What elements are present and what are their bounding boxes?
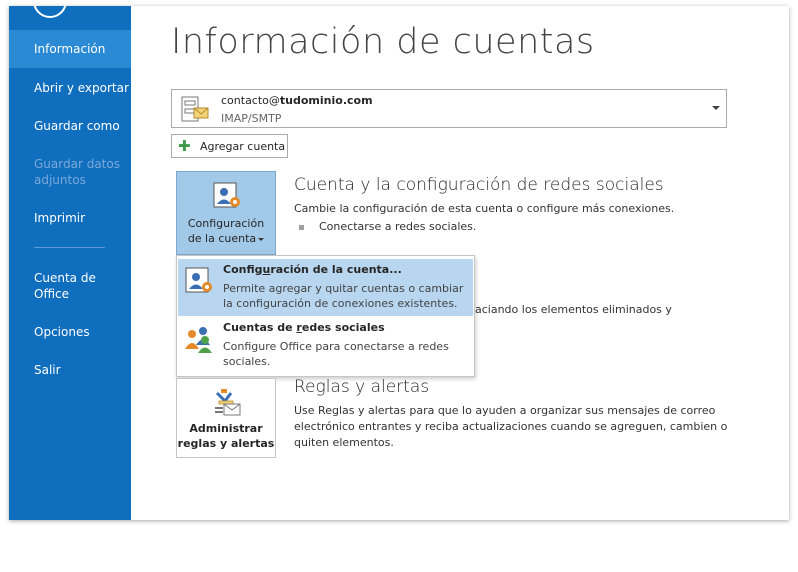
account-settings-icon [213,182,240,208]
social-section-title: Cuenta y la configuración de redes socia… [294,175,664,195]
chevron-down-icon [258,237,265,241]
chevron-down-icon[interactable] [712,106,720,110]
rules-section-text: Use Reglas y alertas para que lo ayuden … [294,404,728,449]
menu-item-social-accounts[interactable]: Cuentas de redes sociales Configure Offi… [178,317,473,374]
rules-section-title: Reglas y alertas [294,377,430,397]
bullet-icon [299,225,304,230]
back-arrow-icon[interactable] [33,6,67,18]
sidebar-item-guardar-como[interactable]: Guardar como [9,118,131,134]
social-network-icon [185,327,212,353]
menu-item-account-settings[interactable]: Configuración de la cuenta... Permite ag… [178,259,473,316]
add-account-button[interactable]: ✚ Agregar cuenta [171,134,288,158]
email-account-icon [181,96,209,122]
backstage-window: Información Abrir y exportar Guardar com… [9,6,789,520]
account-settings-menu: Configuración de la cuenta... Permite ag… [176,255,475,377]
sidebar-item-cuenta-office[interactable]: Cuenta de Office [9,270,131,302]
account-email: contacto@tudominio.com [221,94,373,107]
account-selector[interactable]: contacto@tudominio.com IMAP/SMTP [171,89,727,128]
sidebar-item-imprimir[interactable]: Imprimir [9,210,131,226]
backstage-sidebar: Información Abrir y exportar Guardar com… [9,6,131,520]
social-section-text: Cambie la configuración de esta cuenta o… [294,202,675,215]
sidebar-item-opciones[interactable]: Opciones [9,324,131,340]
sidebar-item-abrir-exportar[interactable]: Abrir y exportar [9,80,131,96]
sidebar-divider [34,247,105,248]
hidden-section-text: aciando los elementos eliminados y [475,303,672,316]
page-title: Información de cuentas [171,22,595,62]
sidebar-item-guardar-adjuntos: Guardar datos adjuntos [34,157,120,187]
plus-icon: ✚ [178,137,191,155]
sidebar-item-salir[interactable]: Salir [9,362,131,378]
account-settings-icon [185,267,212,293]
account-type: IMAP/SMTP [221,112,282,125]
sidebar-item-informacion[interactable]: Información [9,30,131,68]
rules-alerts-icon [215,389,241,416]
account-settings-button[interactable]: Configuración de la cuenta [176,171,276,255]
connect-social-link[interactable]: Conectarse a redes sociales. [319,220,476,233]
manage-rules-button[interactable]: Administrar reglas y alertas [176,378,276,458]
